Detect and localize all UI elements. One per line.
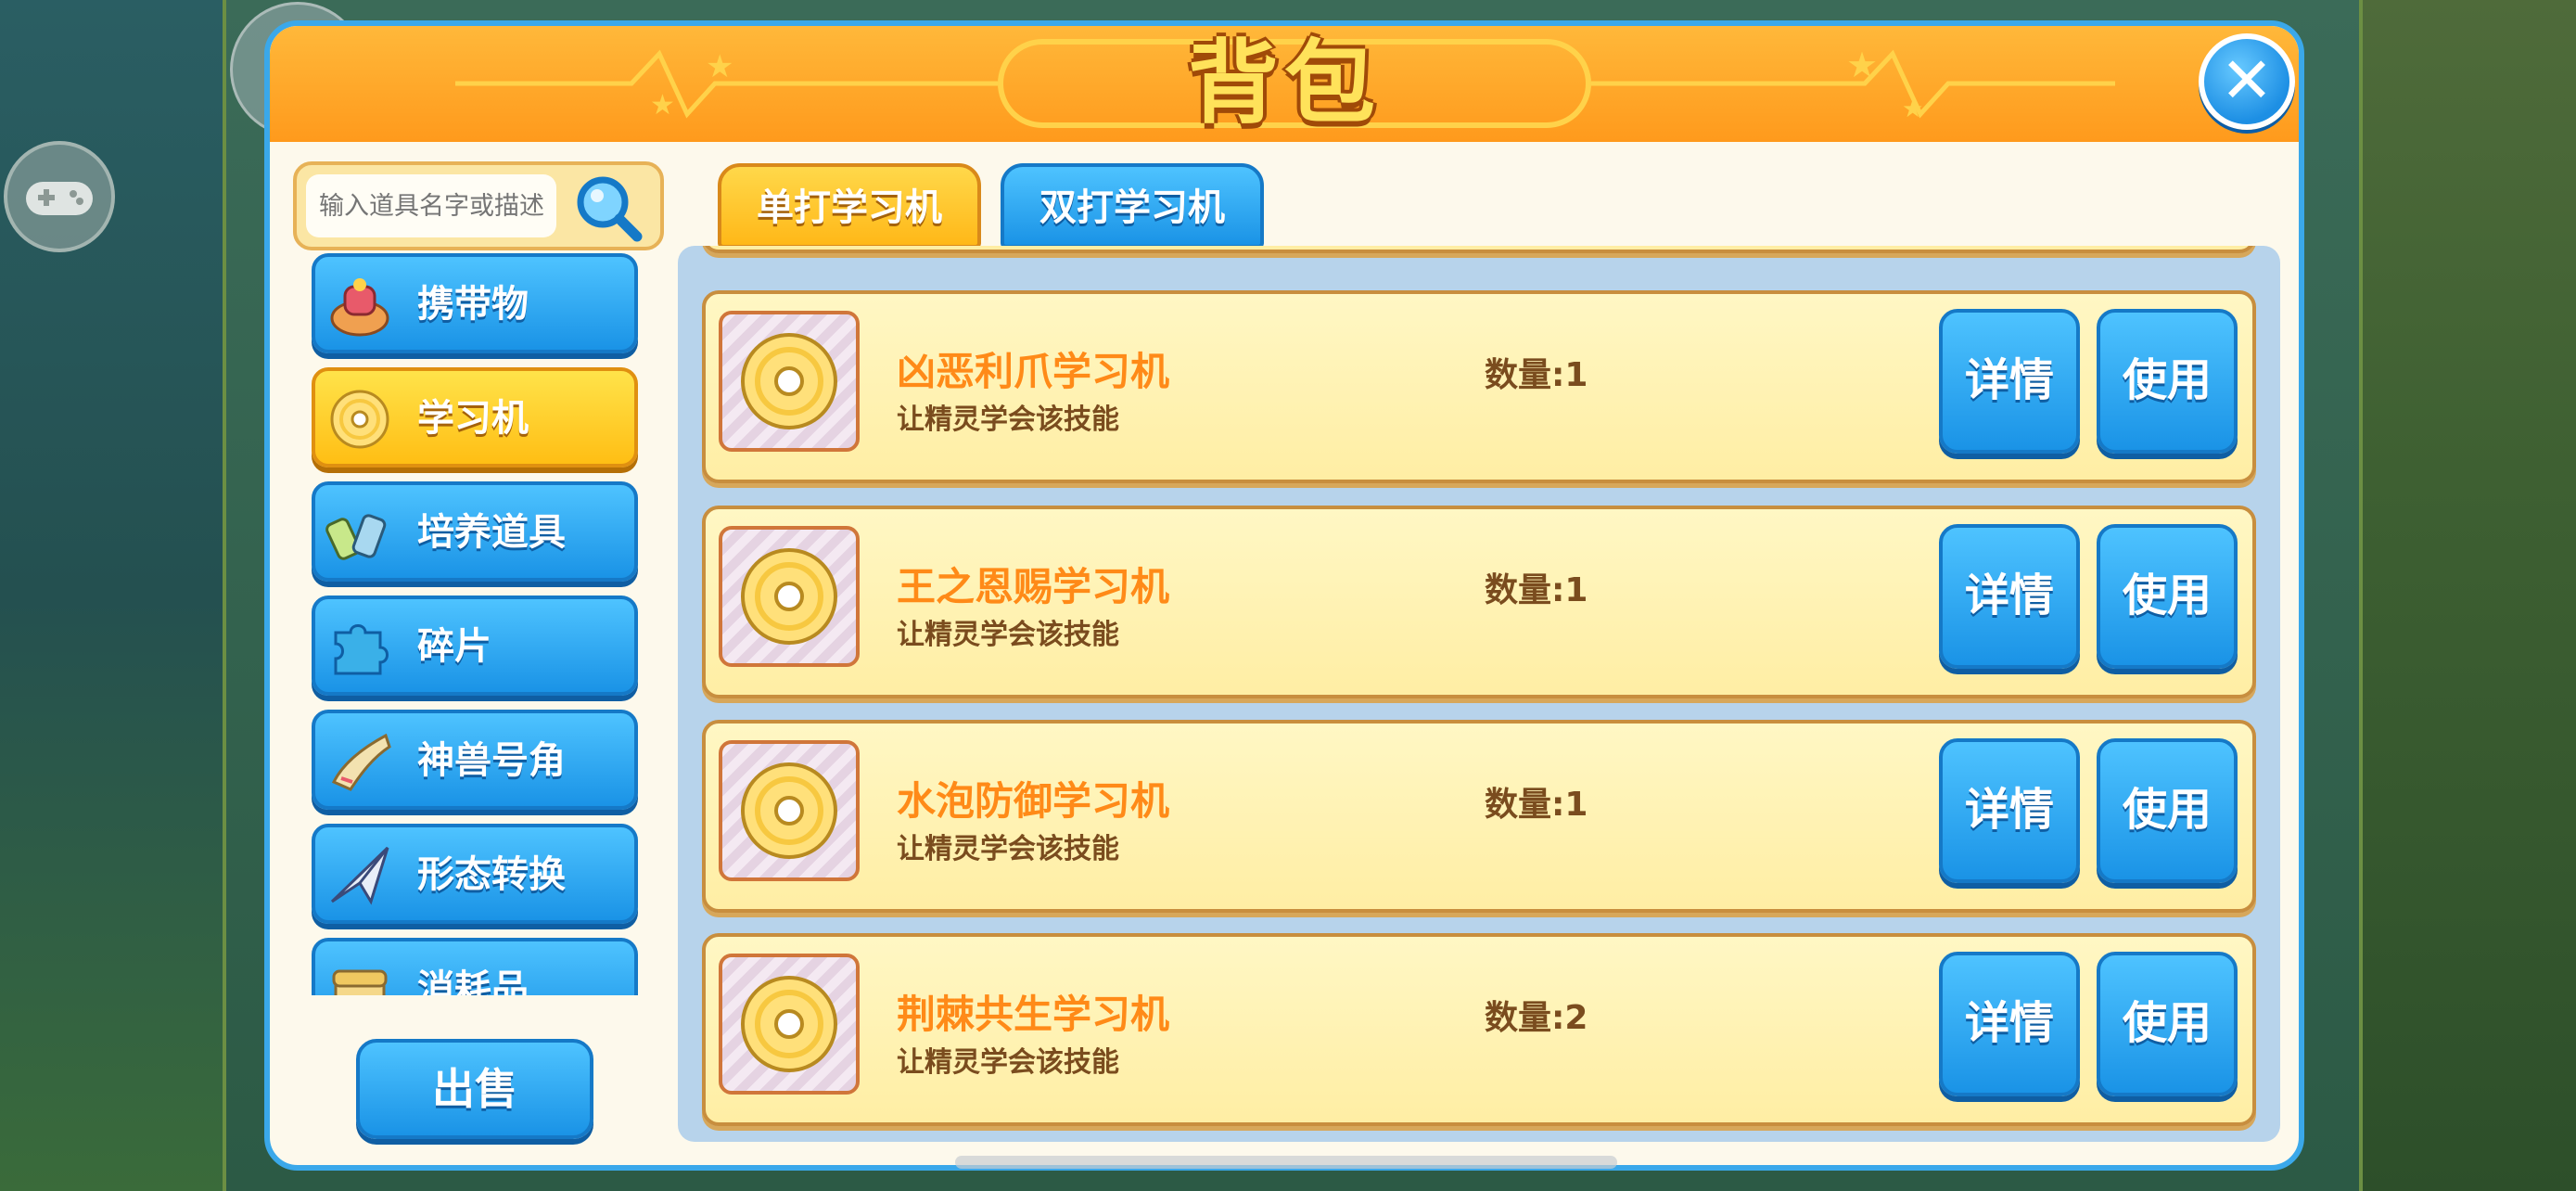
category-label: 形态转换 [417, 853, 566, 896]
horn-icon [325, 726, 395, 797]
category-training-items[interactable]: 培养道具 [312, 481, 638, 582]
detail-button[interactable]: 详情 [1939, 738, 2080, 883]
category-beast-horn[interactable]: 神兽号角 [312, 710, 638, 810]
item-quantity: 数量:2 [1485, 999, 1588, 1037]
detail-button[interactable]: 详情 [1939, 524, 2080, 669]
item-description: 让精灵学会该技能 [897, 619, 1119, 651]
search-box [293, 161, 664, 250]
bag-item-icon [325, 270, 395, 340]
item-name: 荆棘共生学习机 [897, 992, 1170, 1037]
category-tm[interactable]: 学习机 [312, 367, 638, 467]
disc-icon [719, 954, 860, 1095]
item-name: 水泡防御学习机 [897, 778, 1170, 824]
list-item: 荆棘共生学习机 让精灵学会该技能 数量:2 详情 使用 [702, 933, 2256, 1126]
sell-button[interactable]: 出售 [356, 1039, 593, 1139]
item-list: 凶恶利爪学习机 让精灵学会该技能 数量:1 详情 使用 王之恩赐学习机 让精灵学… [678, 246, 2280, 1142]
gamepad-icon[interactable] [4, 141, 115, 252]
use-button[interactable]: 使用 [2097, 952, 2238, 1096]
item-name: 王之恩赐学习机 [897, 564, 1170, 609]
category-consumables[interactable]: 消耗品 [312, 938, 638, 995]
item-description: 让精灵学会该技能 [897, 833, 1119, 865]
search-icon [577, 176, 643, 242]
close-button[interactable]: ✕ [2199, 33, 2295, 130]
detail-button[interactable]: 详情 [1939, 952, 2080, 1096]
close-icon: ✕ [2220, 45, 2274, 118]
backpack-window: ★ ★ ★ ★ 背包 ✕ 携带物 学习机 [264, 20, 2304, 1171]
disc-icon [719, 526, 860, 667]
category-fragments[interactable]: 碎片 [312, 596, 638, 696]
list-item-partial [702, 246, 2256, 253]
puzzle-piece-icon [325, 612, 395, 683]
potion-bottles-icon [325, 498, 395, 569]
list-item: 王之恩赐学习机 让精灵学会该技能 数量:1 详情 使用 [702, 506, 2256, 698]
use-button[interactable]: 使用 [2097, 524, 2238, 669]
search-button[interactable] [571, 171, 645, 245]
use-button[interactable]: 使用 [2097, 738, 2238, 883]
disc-icon [719, 311, 860, 452]
category-label: 携带物 [417, 283, 529, 326]
item-quantity: 数量:1 [1485, 786, 1588, 824]
item-quantity: 数量:1 [1485, 571, 1588, 609]
tab-double-tm[interactable]: 双打学习机 [1001, 163, 1264, 249]
category-label: 神兽号角 [417, 739, 566, 782]
item-quantity: 数量:1 [1485, 356, 1588, 394]
category-form-change[interactable]: 形态转换 [312, 824, 638, 924]
list-item: 凶恶利爪学习机 让精灵学会该技能 数量:1 详情 使用 [702, 290, 2256, 483]
item-description: 让精灵学会该技能 [897, 403, 1119, 436]
window-title: 背包 [1187, 31, 1381, 136]
use-button[interactable]: 使用 [2097, 309, 2238, 454]
search-input[interactable] [306, 174, 556, 237]
tab-single-tm[interactable]: 单打学习机 [718, 163, 981, 249]
category-label: 学习机 [417, 397, 529, 440]
title-bar: ★ ★ ★ ★ 背包 ✕ [270, 26, 2299, 142]
item-description: 让精灵学会该技能 [897, 1046, 1119, 1079]
disc-icon [719, 740, 860, 881]
category-label: 消耗品 [417, 967, 529, 995]
category-list: 携带物 学习机 培养道具 碎片 神兽号角 形态转换 消耗品 [312, 253, 655, 995]
scroll-indicator[interactable] [955, 1156, 1617, 1169]
detail-button[interactable]: 详情 [1939, 309, 2080, 454]
category-label: 培养道具 [417, 511, 566, 554]
item-name: 凶恶利爪学习机 [897, 349, 1170, 394]
paper-plane-icon [325, 840, 395, 911]
disc-icon [325, 384, 395, 455]
list-item: 水泡防御学习机 让精灵学会该技能 数量:1 详情 使用 [702, 720, 2256, 913]
category-label: 碎片 [417, 625, 491, 668]
background-right-scenery [2341, 0, 2576, 1191]
category-carry-items[interactable]: 携带物 [312, 253, 638, 353]
treasure-box-icon [325, 954, 395, 995]
